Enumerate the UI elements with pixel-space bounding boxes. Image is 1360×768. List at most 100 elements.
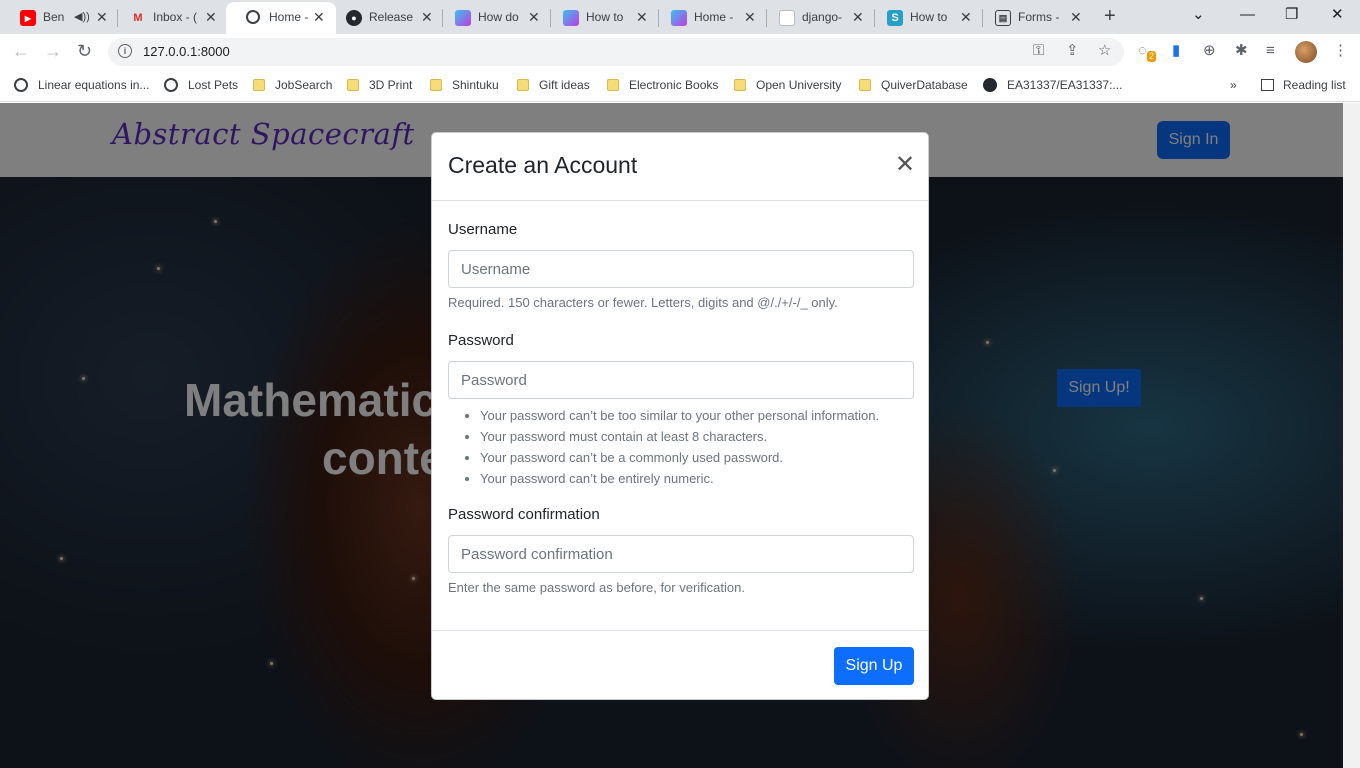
bookmarks-overflow-icon[interactable]: »: [1230, 77, 1237, 93]
close-tab-icon[interactable]: ✕: [744, 9, 756, 25]
bookmark-linear-equations[interactable]: Linear equations in...: [14, 77, 149, 93]
github-icon: ●: [346, 10, 362, 26]
page-icon: [779, 10, 795, 26]
minimize-icon[interactable]: —: [1240, 5, 1255, 25]
tab-gmail[interactable]: M Inbox - ( ✕: [110, 2, 226, 34]
bookmark-label: Gift ideas: [539, 78, 590, 92]
download-icon[interactable]: ⊕: [1203, 42, 1216, 60]
media-queue-icon[interactable]: ≡: [1266, 42, 1275, 60]
browser-menu-icon[interactable]: ⋮: [1333, 42, 1348, 60]
bookmark-star-icon[interactable]: ☆: [1098, 42, 1111, 60]
globe-icon: [164, 78, 178, 92]
extension-badge-count: 2: [1147, 51, 1157, 62]
close-tab-icon[interactable]: ✕: [528, 9, 540, 25]
bookmark-label: Open University: [756, 78, 842, 92]
reading-list-button[interactable]: Reading list: [1261, 77, 1346, 93]
profile-avatar[interactable]: [1295, 41, 1317, 63]
password-input[interactable]: [448, 361, 914, 399]
username-label: Username: [448, 221, 518, 238]
bookmark-label: Lost Pets: [188, 78, 239, 92]
tab-label: How do: [478, 10, 519, 24]
share-icon[interactable]: ⇪: [1066, 42, 1079, 60]
bookmark-label: Shintuku: [452, 78, 499, 92]
bookmark-label: Electronic Books: [629, 78, 719, 92]
close-window-icon[interactable]: ✕: [1331, 5, 1344, 25]
bookmark-label: 3D Print: [369, 78, 413, 92]
bookmark-jobsearch[interactable]: JobSearch: [253, 77, 332, 93]
bookmark-ea31337[interactable]: EA31337/EA31337:...: [983, 77, 1122, 93]
restore-icon[interactable]: ❐: [1285, 5, 1298, 25]
puzzle-extensions-icon[interactable]: ✱: [1235, 42, 1248, 60]
browser-tab-strip: ▶ Ben ◀)) ✕ M Inbox - ( ✕ Home - ✕ ● Rel…: [0, 0, 1360, 34]
password-confirmation-input[interactable]: [448, 535, 914, 573]
password-rule: Your password can’t be too similar to yo…: [480, 405, 879, 426]
tab-label: Inbox - (: [153, 10, 198, 24]
username-help-text: Required. 150 characters or fewer. Lette…: [448, 295, 838, 310]
reload-icon[interactable]: ↻: [77, 41, 92, 61]
username-input[interactable]: [448, 250, 914, 288]
sign-up-submit-button[interactable]: Sign Up: [834, 647, 914, 685]
tab-label: How to: [910, 10, 948, 24]
site-info-icon[interactable]: i: [118, 44, 132, 58]
bookmark-3d-print[interactable]: 3D Print: [347, 77, 412, 93]
extension-icon[interactable]: ▮: [1172, 42, 1180, 60]
tab-label: Forms -: [1018, 10, 1060, 24]
tab-home-active[interactable]: Home - ✕: [226, 2, 336, 34]
tab-youtube[interactable]: ▶ Ben ◀)) ✕: [0, 2, 116, 34]
password-rules-list: Your password can’t be too similar to yo…: [464, 405, 879, 489]
page-icon: [671, 10, 687, 26]
close-tab-icon[interactable]: ✕: [852, 9, 864, 25]
folder-icon: [347, 79, 359, 91]
key-icon[interactable]: ⚿: [1033, 42, 1044, 60]
tab-label: Home -: [694, 10, 734, 24]
modal-title: Create an Account: [448, 152, 638, 178]
tab-how-to[interactable]: How to ✕: [543, 2, 653, 34]
tab-label: Release: [369, 10, 414, 24]
address-url[interactable]: 127.0.0.1:8000: [143, 44, 230, 59]
folder-icon: [607, 79, 619, 91]
tab-label: Ben: [43, 10, 65, 24]
close-tab-icon[interactable]: ✕: [205, 9, 217, 25]
tab-how-do[interactable]: How do ✕: [435, 2, 545, 34]
tab-search-chevron-icon[interactable]: ⌄: [1192, 5, 1205, 25]
page-scrollbar[interactable]: [1343, 103, 1360, 768]
tab-stackoverflow[interactable]: S How to ✕: [867, 2, 977, 34]
password-confirmation-help-text: Enter the same password as before, for v…: [448, 580, 745, 595]
extension-badge-icon[interactable]: ◌ 2: [1138, 42, 1157, 62]
close-tab-icon[interactable]: ✕: [313, 9, 325, 25]
bookmark-lost-pets[interactable]: Lost Pets: [164, 77, 238, 93]
bookmark-quiverdatabase[interactable]: QuiverDatabase: [859, 77, 968, 93]
close-tab-icon[interactable]: ✕: [421, 9, 433, 25]
modal-footer: Sign Up: [432, 630, 928, 700]
youtube-icon: ▶: [20, 10, 36, 26]
page-icon: [455, 10, 471, 26]
address-bar[interactable]: [108, 38, 1124, 66]
bookmark-label: QuiverDatabase: [881, 78, 968, 92]
reading-list-label: Reading list: [1283, 78, 1346, 92]
folder-icon: [734, 79, 746, 91]
bookmark-gift-ideas[interactable]: Gift ideas: [517, 77, 590, 93]
new-tab-plus-icon[interactable]: +: [1104, 6, 1116, 26]
close-tab-icon[interactable]: ✕: [96, 9, 108, 25]
reading-list-icon: [1261, 79, 1274, 91]
tab-github-release[interactable]: ● Release ✕: [326, 2, 442, 34]
stackoverflow-icon: S: [887, 10, 903, 26]
close-tab-icon[interactable]: ✕: [636, 9, 648, 25]
tab-label: How to: [586, 10, 624, 24]
close-icon[interactable]: ✕: [894, 153, 916, 177]
back-arrow-icon[interactable]: ←: [12, 41, 30, 61]
bookmark-open-university[interactable]: Open University: [734, 77, 841, 93]
bookmark-shintuku[interactable]: Shintuku: [430, 77, 499, 93]
close-tab-icon[interactable]: ✕: [960, 9, 972, 25]
page-icon: [563, 10, 579, 26]
tab-django[interactable]: django- ✕: [759, 2, 869, 34]
close-tab-icon[interactable]: ✕: [1070, 9, 1082, 25]
tab-home-2[interactable]: Home - ✕: [651, 2, 761, 34]
gmail-icon: M: [133, 12, 143, 24]
password-rule: Your password can’t be entirely numeric.: [480, 468, 879, 489]
bookmark-electronic-books[interactable]: Electronic Books: [607, 77, 718, 93]
password-label: Password: [448, 332, 514, 349]
tab-forms[interactable]: ▤ Forms - ✕: [975, 2, 1091, 34]
bookmark-label: JobSearch: [275, 78, 333, 92]
forward-arrow-icon[interactable]: →: [44, 41, 62, 61]
